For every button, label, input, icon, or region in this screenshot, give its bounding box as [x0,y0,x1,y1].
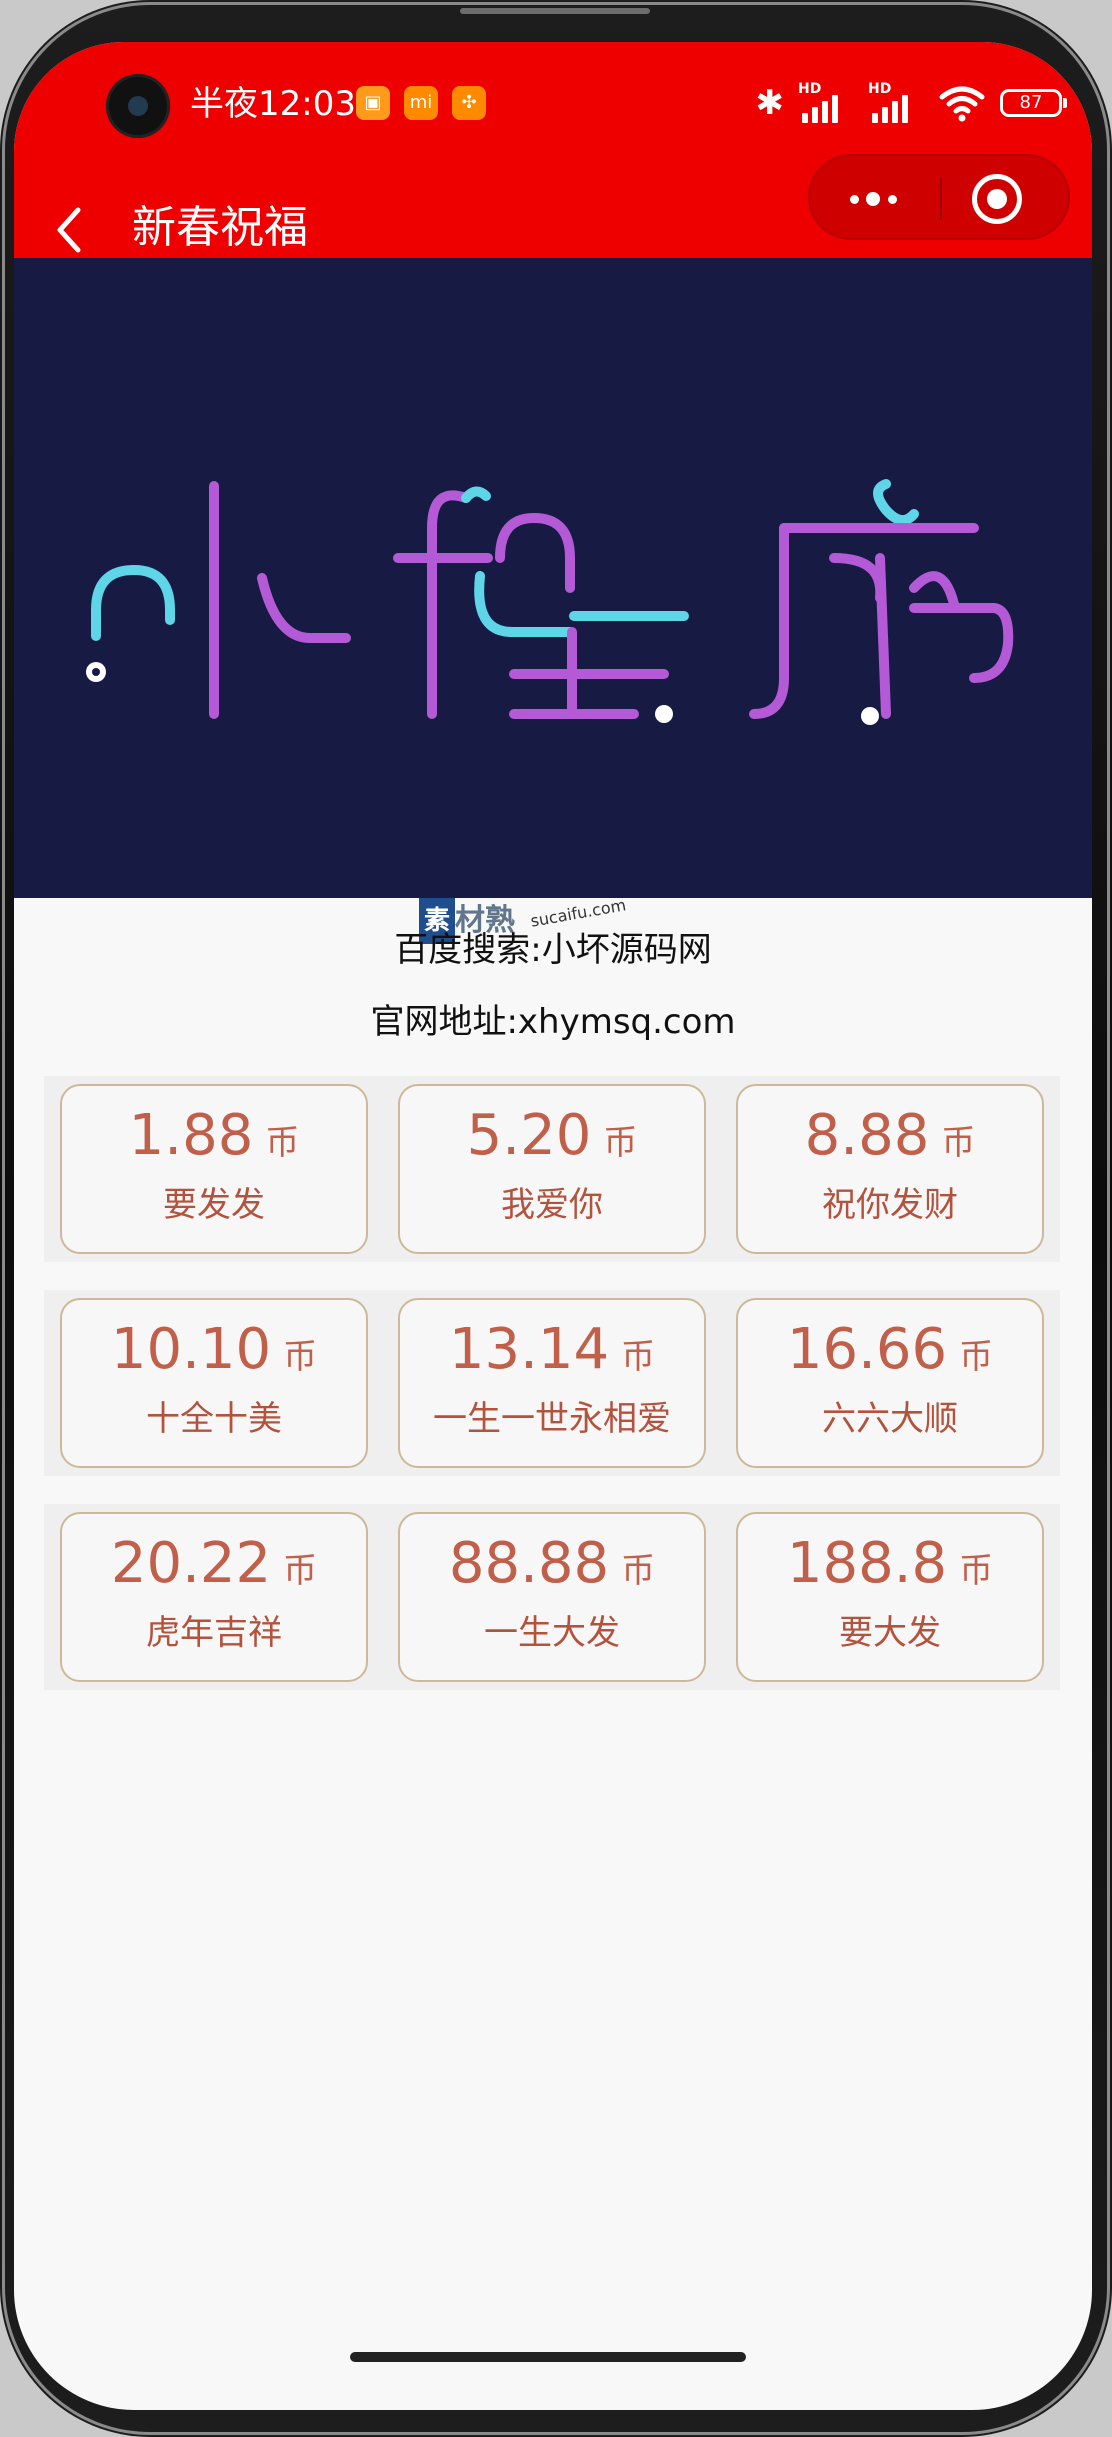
option-label: 祝你发财 [822,1185,958,1225]
top-speaker [460,8,650,14]
option-card[interactable]: 1.88 币 要发发 [60,1084,368,1254]
option-card[interactable]: 20.22 币 虎年吉祥 [60,1512,368,1682]
option-label: 一生大发 [484,1613,620,1653]
option-card[interactable]: 13.14 币 一生一世永相爱 [398,1298,706,1468]
option-label: 一生一世永相爱 [433,1399,671,1439]
phone-frame: 半夜12:03 ▣ mi ✣ ✱ HD HD 87 新春祝福 素 材熟 suca… [0,0,1112,2437]
option-label: 十全十美 [146,1399,282,1439]
option-card[interactable]: 8.88 币 祝你发财 [736,1084,1044,1254]
capsule-divider [940,178,942,220]
banner-logo-art [86,479,1014,725]
option-amount: 88.88 [448,1531,610,1596]
option-label: 虎年吉祥 [146,1613,282,1653]
option-unit: 币 [621,1551,656,1591]
option-amount: 188.8 [786,1531,948,1596]
option-label: 六六大顺 [822,1399,958,1439]
option-unit: 币 [265,1123,300,1163]
option-amount: 20.22 [110,1531,272,1596]
option-label: 要发发 [163,1185,265,1225]
status-icons: ✱ HD HD 87 [755,80,1067,126]
option-row: 10.10 币 十全十美 13.14 币 一生一世永相爱 16.66 币 六六大顺 [44,1290,1060,1476]
more-dots-icon[interactable] [846,182,906,216]
bluetooth-icon: ✱ [755,83,785,123]
option-label: 要大发 [839,1613,941,1653]
option-amount: 10.10 [110,1317,272,1382]
front-camera [106,74,170,138]
option-card[interactable]: 188.8 币 要大发 [736,1512,1044,1682]
screen: 半夜12:03 ▣ mi ✣ ✱ HD HD 87 新春祝福 素 材熟 suca… [14,42,1092,2410]
header-bar: 半夜12:03 ▣ mi ✣ ✱ HD HD 87 新春祝福 [14,42,1092,258]
option-unit: 币 [283,1337,318,1377]
page-title: 新春祝福 [132,202,308,253]
option-card[interactable]: 16.66 币 六六大顺 [736,1298,1044,1468]
option-card[interactable]: 10.10 币 十全十美 [60,1298,368,1468]
option-unit: 币 [959,1337,994,1377]
battery-icon: 87 [1000,89,1067,117]
option-card[interactable]: 88.88 币 一生大发 [398,1512,706,1682]
signal-hd-icon: HD [798,81,854,123]
mi-icon: mi [404,86,438,120]
option-card[interactable]: 5.20 币 我爱你 [398,1084,706,1254]
banner-image [14,258,1092,898]
signal-hd-icon: HD [868,81,924,123]
option-unit: 币 [621,1337,656,1377]
search-info: 百度搜索:小坏源码网 [394,930,712,970]
grid-app-icon: ✣ [452,86,486,120]
option-label: 我爱你 [501,1185,603,1225]
option-unit: 币 [283,1551,318,1591]
site-info: 官网地址:xhymsq.com [370,1002,736,1042]
home-indicator[interactable] [350,2352,746,2362]
option-row: 1.88 币 要发发 5.20 币 我爱你 8.88 币 祝你发财 [44,1076,1060,1262]
option-unit: 币 [941,1123,976,1163]
mini-program-capsule [808,154,1070,240]
chevron-left-icon[interactable] [50,200,90,260]
option-unit: 币 [959,1551,994,1591]
option-amount: 5.20 [466,1103,592,1168]
option-amount: 8.88 [804,1103,930,1168]
option-row: 20.22 币 虎年吉祥 88.88 币 一生大发 188.8 币 要大发 [44,1504,1060,1690]
option-unit: 币 [603,1123,638,1163]
gallery-icon: ▣ [356,86,390,120]
option-amount: 1.88 [128,1103,254,1168]
target-close-icon[interactable] [972,174,1022,224]
option-amount: 13.14 [448,1317,610,1382]
wifi-icon [939,86,985,122]
status-time: 半夜12:03 [190,84,356,124]
option-amount: 16.66 [786,1317,948,1382]
